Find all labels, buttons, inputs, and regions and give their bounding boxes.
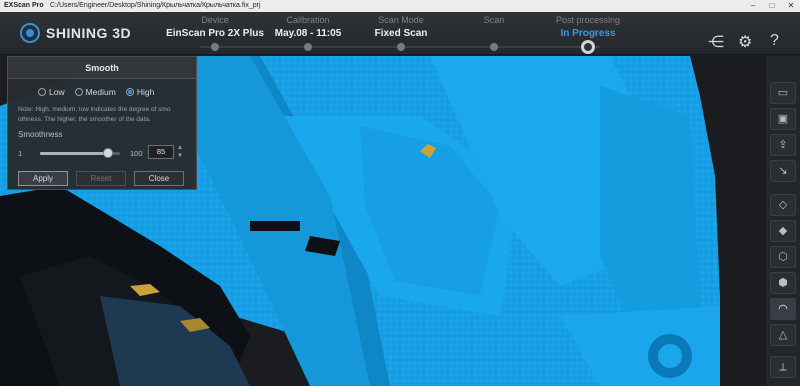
save-icon[interactable]: ▣	[770, 108, 796, 130]
radio-label: Medium	[85, 87, 116, 97]
progress-dot-scan-mode	[397, 43, 405, 51]
step-post-processing[interactable]: Post processing In Progress	[533, 14, 643, 42]
settings-icon[interactable]: ⚙	[738, 32, 752, 52]
smooth-tool-icon[interactable]: ◠	[770, 298, 796, 320]
radio-high[interactable]: High	[125, 87, 155, 97]
smoothness-value-input[interactable]: 85	[148, 145, 174, 159]
cube-iso-icon[interactable]: ⬢	[770, 272, 796, 294]
progress-dot-calibration	[304, 43, 312, 51]
step-label: Post processing	[555, 15, 621, 25]
title-bar: EXScan Pro C:/Users/Engineer/Desktop/Shi…	[0, 0, 800, 12]
radio-medium[interactable]: Medium	[74, 87, 116, 97]
open-folder-icon[interactable]: ▭	[770, 82, 796, 104]
progress-dot-scan	[490, 43, 498, 51]
reset-button[interactable]: Reset	[76, 171, 126, 186]
radio-low[interactable]: Low	[38, 87, 65, 97]
export-icon[interactable]: ⇪	[770, 134, 796, 156]
smooth-note: Note: High, medium, low indicates the de…	[18, 106, 171, 123]
maximize-button[interactable]: □	[763, 0, 781, 12]
slider-max: 100	[130, 149, 143, 158]
brand-logo: SHINING 3D	[20, 22, 131, 44]
close-window-button[interactable]: ✕	[782, 0, 800, 12]
step-value: Fixed Scan	[374, 28, 428, 39]
smooth-panel: Smooth Low Medium High Note: High, mediu…	[7, 56, 197, 190]
triangle-icon[interactable]: △	[770, 324, 796, 346]
share-icon[interactable]: ⋲	[708, 32, 724, 52]
mirror-icon[interactable]: ⟂	[770, 356, 796, 378]
radio-circle[interactable]	[38, 88, 46, 96]
project-path: C:/Users/Engineer/Desktop/Shining/Крыльч…	[50, 2, 261, 9]
cube-top-icon[interactable]: ⬡	[770, 246, 796, 268]
smoothness-label: Smoothness	[18, 130, 63, 139]
slider-handle[interactable]	[103, 148, 113, 158]
brand-name: SHINING 3D	[46, 25, 132, 41]
logo-icon	[20, 23, 40, 43]
slider-fill	[40, 152, 108, 155]
progress-dot-current	[581, 40, 595, 54]
cube-front-icon[interactable]: ◇	[770, 194, 796, 216]
slider-min: 1	[18, 149, 23, 158]
minimize-button[interactable]: –	[744, 0, 762, 12]
import-icon[interactable]: ↘	[770, 160, 796, 182]
cube-side-icon[interactable]: ◆	[770, 220, 796, 242]
spinner-arrows[interactable]: ▲ ▼	[176, 144, 184, 160]
close-button[interactable]: Close	[134, 171, 184, 186]
progress-dot-device	[211, 43, 219, 51]
radio-circle[interactable]	[125, 88, 134, 96]
apply-button[interactable]: Apply	[18, 171, 68, 186]
smooth-level-group: Low Medium High	[38, 87, 154, 97]
radio-circle[interactable]	[74, 88, 83, 96]
help-icon[interactable]: ?	[770, 32, 779, 50]
smoothness-slider[interactable]	[40, 148, 120, 158]
radio-label: Low	[49, 87, 65, 97]
app-name: EXScan Pro	[4, 2, 44, 9]
right-toolbar: ▭ ▣ ⇪ ↘ ◇ ◆ ⬡ ⬢ ◠ △ ⟂	[766, 56, 800, 386]
panel-title: Smooth	[8, 57, 196, 79]
radio-label: High	[136, 87, 155, 97]
